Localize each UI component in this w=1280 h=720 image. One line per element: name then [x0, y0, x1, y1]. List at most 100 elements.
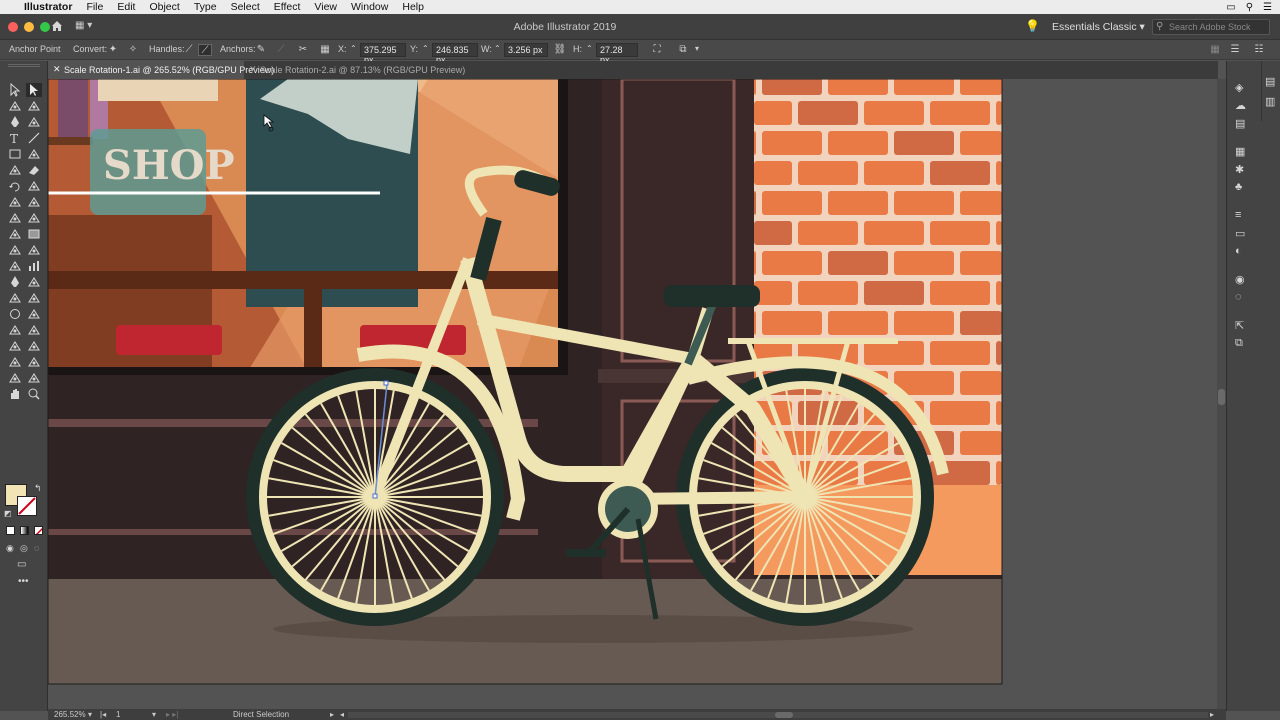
- libraries-panel-icon[interactable]: ☁: [1235, 99, 1246, 112]
- eyedropper-tool-icon[interactable]: [7, 243, 23, 257]
- hand-tool-icon[interactable]: [7, 387, 23, 401]
- dock-column2-icon-b[interactable]: ▥: [1265, 95, 1275, 108]
- curvature-tool-icon[interactable]: [26, 115, 42, 129]
- blend-tool-icon[interactable]: [26, 243, 42, 257]
- spotlight-search-icon[interactable]: ⚲: [1246, 2, 1253, 13]
- menu-file[interactable]: File: [86, 1, 103, 13]
- artboards-panel-icon[interactable]: ⧉: [1235, 337, 1243, 350]
- none-mode-icon[interactable]: [34, 526, 43, 535]
- swatches-panel-icon[interactable]: ♣: [1235, 181, 1242, 193]
- w-field[interactable]: 3.256 px: [504, 43, 548, 57]
- artboard-number[interactable]: 1: [116, 710, 120, 719]
- dock-column2-icon-a[interactable]: ▤: [1265, 75, 1275, 88]
- pencil-tool-icon[interactable]: [7, 275, 23, 289]
- close-tab-icon[interactable]: ✕: [249, 64, 257, 75]
- remove-anchor-icon[interactable]: ✎: [254, 44, 268, 56]
- scale-tool-icon[interactable]: [26, 179, 42, 193]
- live-paint-select-tool-icon[interactable]: [26, 355, 42, 369]
- scrollbar-thumb[interactable]: [1218, 389, 1225, 405]
- menu-object[interactable]: Object: [149, 1, 179, 13]
- scroll-left-icon[interactable]: ◂: [340, 710, 344, 719]
- shape-builder-tool-icon[interactable]: [7, 211, 23, 225]
- next-artboard-icon[interactable]: ▸ ▸|: [166, 710, 178, 719]
- lightbulb-icon[interactable]: 💡: [1025, 19, 1040, 33]
- isolate-icon[interactable]: ⧉: [676, 44, 690, 56]
- color-mode-icon[interactable]: [6, 526, 15, 535]
- shaper-tool-icon[interactable]: [7, 163, 23, 177]
- stroke-color-swatch[interactable]: [17, 496, 37, 516]
- show-handles-icon[interactable]: ⟋: [182, 44, 196, 56]
- menu-type[interactable]: Type: [194, 1, 217, 13]
- artwork[interactable]: SHOP: [48, 79, 1217, 709]
- close-tab-icon[interactable]: ✕: [53, 64, 61, 75]
- blob-brush-tool-icon[interactable]: [7, 291, 23, 305]
- lasso-tool-icon[interactable]: [26, 99, 42, 113]
- measure-tool-icon[interactable]: [26, 371, 42, 385]
- eraser-tool-icon[interactable]: [26, 163, 42, 177]
- join-tool-icon[interactable]: [26, 323, 42, 337]
- menu-view[interactable]: View: [314, 1, 337, 13]
- zoom-level[interactable]: 265.52%: [54, 710, 86, 719]
- gradient-tool-icon[interactable]: [26, 227, 42, 241]
- control-bar-menu-icon[interactable]: ☰: [1228, 44, 1242, 56]
- direct-selection-tool-icon[interactable]: [26, 83, 42, 97]
- connect-anchors-icon[interactable]: ⟋: [274, 44, 288, 56]
- cut-path-icon[interactable]: ✂: [296, 44, 310, 56]
- type-tool-icon[interactable]: T: [7, 131, 23, 145]
- magic-wand-tool-icon[interactable]: [7, 99, 23, 113]
- x-field[interactable]: 375.295 px: [360, 43, 406, 65]
- pen-tool-icon[interactable]: [7, 115, 23, 129]
- screen-mode-icon[interactable]: ▭: [17, 559, 26, 570]
- transparency-panel-icon[interactable]: ◐: [1235, 245, 1242, 257]
- draw-inside-icon[interactable]: ◌: [34, 543, 39, 553]
- screen-mirror-icon[interactable]: ▭: [1226, 2, 1235, 13]
- rectangle-tool-icon[interactable]: [7, 147, 23, 161]
- y-stepper-icon[interactable]: ⌃: [422, 44, 429, 53]
- mesh-tool-icon[interactable]: [7, 227, 23, 241]
- convert-to-smooth-icon[interactable]: ✧: [126, 44, 140, 56]
- slice-tool-icon[interactable]: [26, 291, 42, 305]
- properties-panel-icon[interactable]: ▤: [1235, 117, 1245, 130]
- smooth-tool-icon[interactable]: [7, 323, 23, 337]
- warp-tool-icon[interactable]: [26, 275, 42, 289]
- tab-scale-rotation-1[interactable]: ✕ Scale Rotation-1.ai @ 265.52% (RGB/GPU…: [48, 61, 274, 79]
- ellipse-tool-icon[interactable]: [7, 307, 23, 321]
- workspace-switcher[interactable]: Essentials Classic ▾: [1052, 21, 1145, 33]
- symbol-sprayer-tool-icon[interactable]: [7, 259, 23, 273]
- rotate-tool-icon[interactable]: [7, 179, 23, 193]
- swap-colors-icon[interactable]: ↰: [34, 483, 42, 494]
- gradient-mode-icon[interactable]: [20, 526, 29, 535]
- h-stepper-icon[interactable]: ⌃: [586, 44, 593, 53]
- menu-app-name[interactable]: Illustrator: [24, 1, 72, 13]
- graph-tool-icon[interactable]: [26, 259, 42, 273]
- menu-edit[interactable]: Edit: [117, 1, 135, 13]
- document-canvas[interactable]: SHOP: [48, 79, 1217, 709]
- status-menu-icon[interactable]: ▸: [330, 710, 334, 719]
- symbols-panel-icon[interactable]: ▦: [1235, 145, 1245, 158]
- w-stepper-icon[interactable]: ⌃: [494, 44, 501, 53]
- convert-to-corner-icon[interactable]: ✦: [106, 44, 120, 56]
- line-segment-tool-icon[interactable]: [26, 131, 42, 145]
- width-tool-icon[interactable]: [7, 195, 23, 209]
- paintbrush-tool-icon[interactable]: [26, 147, 42, 161]
- stroke-panel-icon[interactable]: ≡: [1235, 209, 1241, 221]
- adobe-stock-search-input[interactable]: ⚲ Search Adobe Stock: [1152, 19, 1270, 35]
- puppet-warp-tool-icon[interactable]: [26, 339, 42, 353]
- constrain-proportions-icon[interactable]: ⛓: [553, 44, 567, 56]
- horizontal-scrollbar-thumb[interactable]: [775, 712, 793, 718]
- menu-effect[interactable]: Effect: [274, 1, 301, 13]
- h-field[interactable]: 27.28 px: [596, 43, 638, 65]
- menu-select[interactable]: Select: [231, 1, 260, 13]
- live-paint-tool-icon[interactable]: [7, 355, 23, 369]
- selection-tool-icon[interactable]: [7, 83, 23, 97]
- menu-window[interactable]: Window: [351, 1, 388, 13]
- y-field[interactable]: 246.835 px: [432, 43, 478, 65]
- prev-artboard-icon[interactable]: |◂: [100, 710, 106, 719]
- scroll-right-icon[interactable]: ▸: [1210, 710, 1214, 719]
- edit-toolbar-icon[interactable]: •••: [18, 576, 29, 587]
- brushes-panel-icon[interactable]: ✱: [1235, 163, 1244, 176]
- vertical-scrollbar[interactable]: [1217, 79, 1226, 709]
- crop-tool-icon[interactable]: [7, 371, 23, 385]
- artboard-tool-icon[interactable]: [7, 339, 23, 353]
- free-transform-tool-icon[interactable]: [26, 195, 42, 209]
